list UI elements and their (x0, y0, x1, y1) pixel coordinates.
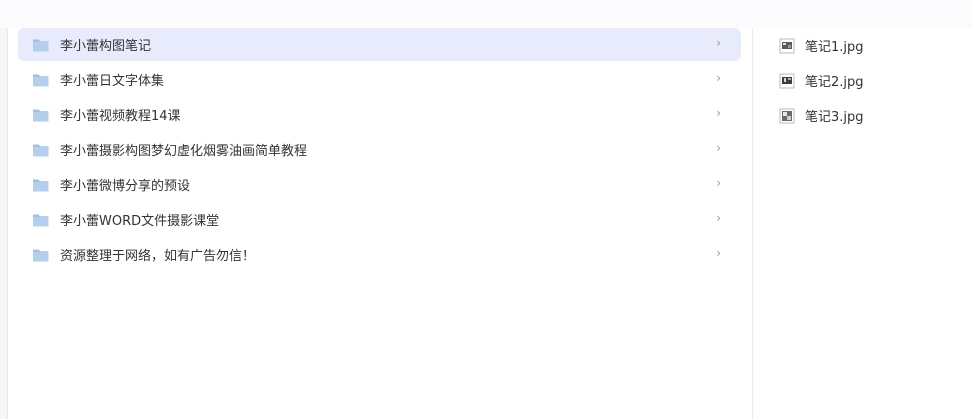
folder-item[interactable]: 资源整理于网络，如有广告勿信！ › (18, 238, 741, 271)
chevron-right-icon: › (716, 141, 721, 155)
file-pane: 笔记1.jpg 笔记2.jpg 笔记3.jpg (753, 28, 972, 419)
image-file-icon (779, 108, 795, 123)
chevron-right-icon: › (716, 176, 721, 190)
folder-label: 李小蕾构图笔记 (60, 39, 152, 54)
folder-label: 李小蕾日文字体集 (60, 74, 165, 89)
folder-icon (33, 39, 49, 51)
file-label: 笔记3.jpg (805, 110, 864, 125)
image-file-icon (779, 38, 795, 53)
left-edge-panel (0, 28, 8, 419)
file-item[interactable]: 笔记1.jpg (779, 29, 969, 62)
folder-icon (33, 179, 49, 191)
folder-icon (33, 214, 49, 226)
top-strip (0, 0, 972, 28)
folder-item[interactable]: 李小蕾视频教程14课 › (18, 98, 741, 131)
folder-label: 李小蕾WORD文件摄影课堂 (60, 214, 220, 229)
image-file-icon (779, 73, 795, 88)
folder-item[interactable]: 李小蕾微博分享的预设 › (18, 168, 741, 201)
folder-label: 资源整理于网络，如有广告勿信！ (60, 249, 256, 264)
folder-label: 李小蕾视频教程14课 (60, 109, 181, 124)
folder-label: 李小蕾微博分享的预设 (60, 179, 191, 194)
chevron-right-icon: › (716, 211, 721, 225)
folder-item[interactable]: 李小蕾WORD文件摄影课堂 › (18, 203, 741, 236)
chevron-right-icon: › (716, 246, 721, 260)
folder-icon (33, 249, 49, 261)
chevron-right-icon: › (716, 106, 721, 120)
folder-icon (33, 74, 49, 86)
folder-icon (33, 109, 49, 121)
folder-list: 李小蕾构图笔记 › 李小蕾日文字体集 › 李小蕾视频教程14课 › 李小蕾摄影构… (18, 28, 741, 273)
file-item[interactable]: 笔记3.jpg (779, 99, 969, 132)
chevron-right-icon: › (716, 36, 721, 50)
folder-icon (33, 144, 49, 156)
folder-item[interactable]: 李小蕾日文字体集 › (18, 63, 741, 96)
folder-item[interactable]: 李小蕾构图笔记 › (18, 28, 741, 61)
file-list: 笔记1.jpg 笔记2.jpg 笔记3.jpg (779, 29, 969, 134)
file-label: 笔记1.jpg (805, 40, 864, 55)
chevron-right-icon: › (716, 71, 721, 85)
folder-pane: 李小蕾构图笔记 › 李小蕾日文字体集 › 李小蕾视频教程14课 › 李小蕾摄影构… (8, 28, 752, 419)
folder-label: 李小蕾摄影构图梦幻虚化烟雾油画简单教程 (60, 144, 308, 159)
folder-item[interactable]: 李小蕾摄影构图梦幻虚化烟雾油画简单教程 › (18, 133, 741, 166)
file-label: 笔记2.jpg (805, 75, 864, 90)
file-item[interactable]: 笔记2.jpg (779, 64, 969, 97)
